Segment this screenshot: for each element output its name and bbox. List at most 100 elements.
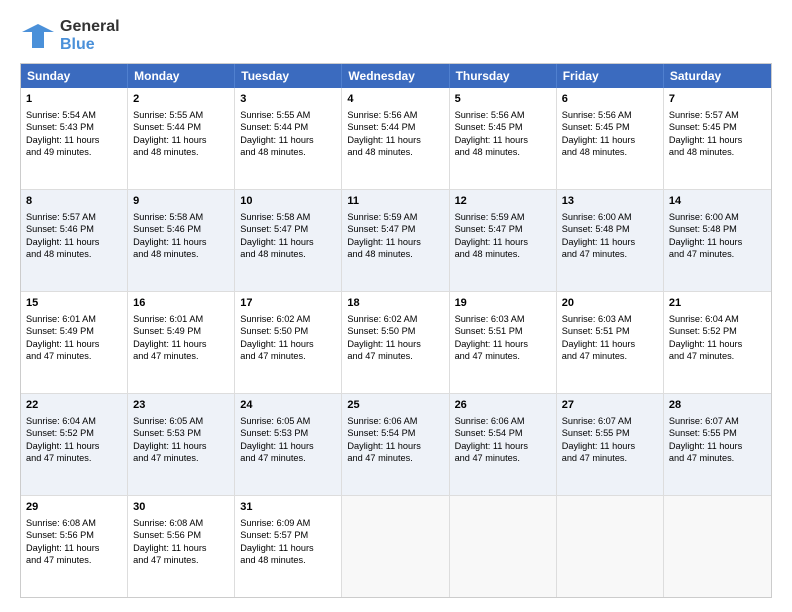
day-info-line: Sunrise: 6:01 AM: [26, 313, 122, 325]
day-number: 18: [347, 296, 443, 311]
day-info-line: Daylight: 11 hours: [26, 236, 122, 248]
day-info-line: and 48 minutes.: [240, 554, 336, 566]
day-info-line: and 47 minutes.: [562, 350, 658, 362]
page: GeneralBlue SundayMondayTuesdayWednesday…: [0, 0, 792, 612]
day-info-line: and 47 minutes.: [669, 350, 766, 362]
logo-blue-text: Blue: [60, 36, 120, 54]
day-info-line: Sunset: 5:50 PM: [347, 325, 443, 337]
day-info-line: Sunset: 5:53 PM: [240, 427, 336, 439]
day-info-line: Sunset: 5:45 PM: [455, 121, 551, 133]
logo: GeneralBlue: [20, 18, 120, 53]
empty-cell: [557, 496, 664, 597]
day-number: 21: [669, 296, 766, 311]
day-info-line: Sunrise: 6:05 AM: [240, 415, 336, 427]
day-info-line: Sunrise: 6:08 AM: [26, 517, 122, 529]
day-cell-5: 5Sunrise: 5:56 AMSunset: 5:45 PMDaylight…: [450, 88, 557, 189]
day-cell-12: 12Sunrise: 5:59 AMSunset: 5:47 PMDayligh…: [450, 190, 557, 291]
day-info-line: Daylight: 11 hours: [562, 338, 658, 350]
day-info-line: Daylight: 11 hours: [133, 236, 229, 248]
day-info-line: and 48 minutes.: [347, 146, 443, 158]
weekday-header-saturday: Saturday: [664, 64, 771, 88]
day-cell-29: 29 Sunrise: 6:08 AMSunset: 5:56 PMDayligh…: [21, 496, 128, 597]
day-cell-3: 3Sunrise: 5:55 AMSunset: 5:44 PMDaylight…: [235, 88, 342, 189]
day-info-line: Sunrise: 6:00 AM: [669, 211, 766, 223]
day-info-line: Daylight: 11 hours: [562, 134, 658, 146]
day-info-line: Sunset: 5:48 PM: [562, 223, 658, 235]
weekday-header-sunday: Sunday: [21, 64, 128, 88]
day-number: 4: [347, 92, 443, 107]
day-info-line: and 47 minutes.: [669, 452, 766, 464]
day-cell-30: 30Sunrise: 6:08 AMSunset: 5:56 PMDayligh…: [128, 496, 235, 597]
day-info-line: Daylight: 11 hours: [669, 440, 766, 452]
day-info-line: Sunrise: 5:58 AM: [240, 211, 336, 223]
day-number: 26: [455, 398, 551, 413]
day-info-line: Daylight: 11 hours: [26, 542, 122, 554]
day-info-line: Sunset: 5:55 PM: [562, 427, 658, 439]
day-info-line: Daylight: 11 hours: [240, 338, 336, 350]
day-number: 22: [26, 398, 122, 413]
day-info-line: and 47 minutes.: [26, 350, 122, 362]
day-number: 29: [26, 500, 122, 515]
day-cell-19: 19Sunrise: 6:03 AMSunset: 5:51 PMDayligh…: [450, 292, 557, 393]
day-info-line: Sunset: 5:56 PM: [26, 529, 122, 541]
day-info-line: Sunset: 5:50 PM: [240, 325, 336, 337]
empty-cell: [342, 496, 449, 597]
day-number: 3: [240, 92, 336, 107]
day-info-line: and 48 minutes.: [455, 248, 551, 260]
day-info-line: and 47 minutes.: [562, 248, 658, 260]
day-cell-13: 13Sunrise: 6:00 AMSunset: 5:48 PMDayligh…: [557, 190, 664, 291]
day-info-line: and 47 minutes.: [455, 452, 551, 464]
day-number: 11: [347, 194, 443, 209]
day-info-line: Sunset: 5:47 PM: [455, 223, 551, 235]
day-info-line: Sunset: 5:44 PM: [240, 121, 336, 133]
day-info-line: Sunset: 5:47 PM: [347, 223, 443, 235]
day-info-line: Sunset: 5:51 PM: [455, 325, 551, 337]
day-info-line: Sunset: 5:51 PM: [562, 325, 658, 337]
weekday-header-friday: Friday: [557, 64, 664, 88]
day-info-line: Sunrise: 5:59 AM: [347, 211, 443, 223]
day-cell-1: 1Sunrise: 5:54 AMSunset: 5:43 PMDaylight…: [21, 88, 128, 189]
day-info-line: Sunset: 5:56 PM: [133, 529, 229, 541]
day-info-line: and 47 minutes.: [133, 350, 229, 362]
day-cell-11: 11Sunrise: 5:59 AMSunset: 5:47 PMDayligh…: [342, 190, 449, 291]
day-cell-17: 17Sunrise: 6:02 AMSunset: 5:50 PMDayligh…: [235, 292, 342, 393]
day-info-line: Sunset: 5:53 PM: [133, 427, 229, 439]
day-info-line: Daylight: 11 hours: [562, 236, 658, 248]
day-cell-31: 31Sunrise: 6:09 AMSunset: 5:57 PMDayligh…: [235, 496, 342, 597]
day-cell-6: 6Sunrise: 5:56 AMSunset: 5:45 PMDaylight…: [557, 88, 664, 189]
weekday-header-monday: Monday: [128, 64, 235, 88]
day-number: 25: [347, 398, 443, 413]
day-info-line: Sunrise: 6:06 AM: [455, 415, 551, 427]
day-info-line: Daylight: 11 hours: [562, 440, 658, 452]
day-number: 19: [455, 296, 551, 311]
day-info-line: Sunrise: 5:58 AM: [133, 211, 229, 223]
day-info-line: Sunset: 5:52 PM: [26, 427, 122, 439]
day-info-line: Sunrise: 5:56 AM: [562, 109, 658, 121]
day-cell-9: 9Sunrise: 5:58 AMSunset: 5:46 PMDaylight…: [128, 190, 235, 291]
day-number: 9: [133, 194, 229, 209]
day-info-line: Sunrise: 5:56 AM: [347, 109, 443, 121]
day-info-line: and 49 minutes.: [26, 146, 122, 158]
day-number: 13: [562, 194, 658, 209]
day-info-line: Sunrise: 6:01 AM: [133, 313, 229, 325]
day-info-line: Sunset: 5:44 PM: [133, 121, 229, 133]
day-info-line: and 47 minutes.: [133, 452, 229, 464]
day-cell-20: 20 Sunrise: 6:03 AMSunset: 5:51 PMDayligh…: [557, 292, 664, 393]
day-info-line: Sunrise: 5:55 AM: [133, 109, 229, 121]
day-cell-26: 26Sunrise: 6:06 AMSunset: 5:54 PMDayligh…: [450, 394, 557, 495]
day-cell-28: 28Sunrise: 6:07 AMSunset: 5:55 PMDayligh…: [664, 394, 771, 495]
day-info-line: and 47 minutes.: [347, 452, 443, 464]
day-info-line: Daylight: 11 hours: [347, 440, 443, 452]
day-info-line: and 47 minutes.: [240, 350, 336, 362]
day-info-line: and 47 minutes.: [455, 350, 551, 362]
calendar-week-4: 22Sunrise: 6:04 AMSunset: 5:52 PMDayligh…: [21, 394, 771, 496]
day-cell-4: 4Sunrise: 5:56 AMSunset: 5:44 PMDaylight…: [342, 88, 449, 189]
day-number: 20: [562, 296, 658, 311]
day-info-line: Sunrise: 6:03 AM: [562, 313, 658, 325]
day-info-line: Daylight: 11 hours: [240, 236, 336, 248]
day-info-line: and 48 minutes.: [455, 146, 551, 158]
day-info-line: Sunset: 5:52 PM: [669, 325, 766, 337]
calendar-week-1: 1Sunrise: 5:54 AMSunset: 5:43 PMDaylight…: [21, 88, 771, 190]
day-cell-2: 2Sunrise: 5:55 AMSunset: 5:44 PMDaylight…: [128, 88, 235, 189]
day-info-line: and 47 minutes.: [240, 452, 336, 464]
